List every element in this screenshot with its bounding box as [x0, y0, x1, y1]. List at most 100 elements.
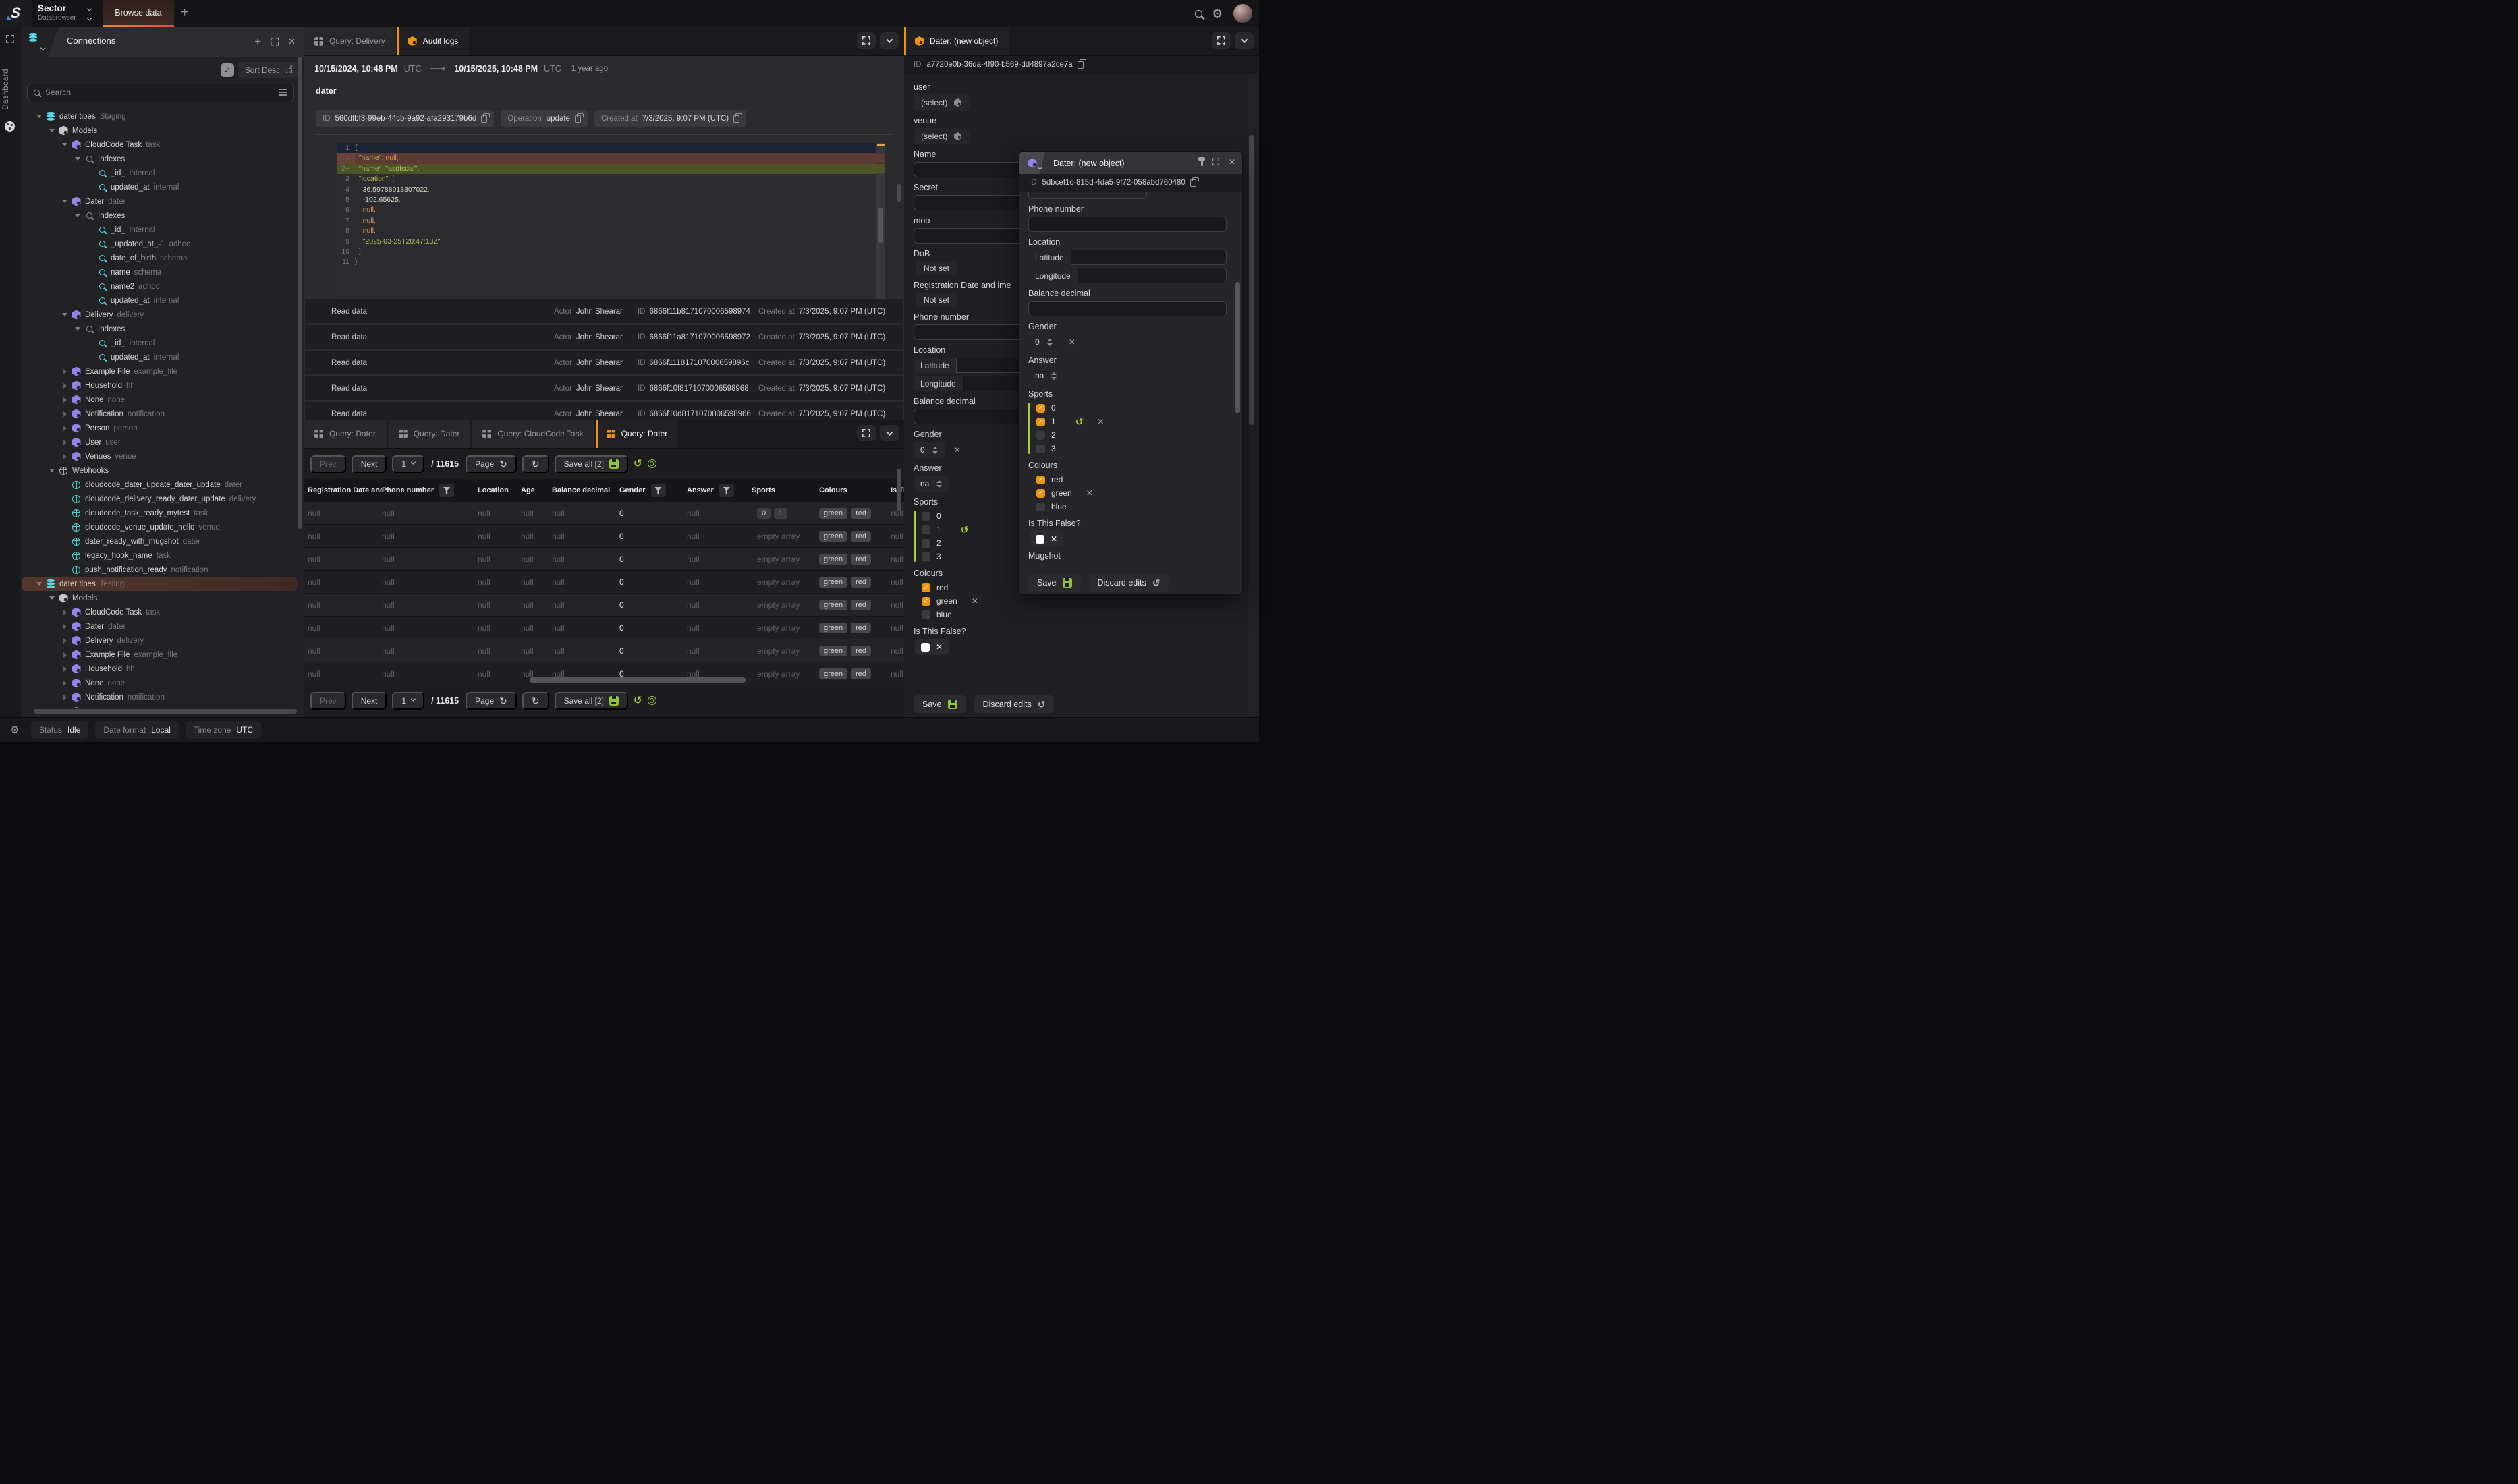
column-header[interactable]: Balance decimal: [552, 486, 619, 494]
cell-registration[interactable]: null: [308, 600, 382, 610]
cell-location[interactable]: null: [478, 554, 521, 564]
expand-panel-icon[interactable]: [271, 38, 279, 46]
cell-registration[interactable]: null: [308, 532, 382, 541]
cell-answer[interactable]: null: [687, 509, 752, 518]
checkbox-option[interactable]: 3 ↺ ✕: [1036, 442, 1227, 455]
copy-icon[interactable]: [733, 115, 739, 123]
grid-row[interactable]: null null null null null 0 null 01 green…: [304, 502, 904, 525]
code-minimap[interactable]: [876, 143, 885, 310]
tree-item[interactable]: Notification notification: [22, 690, 297, 704]
tree-item[interactable]: name2 adhoc: [22, 279, 297, 293]
registration-not-set-button[interactable]: Not set: [916, 293, 957, 307]
cell-answer[interactable]: null: [687, 646, 752, 656]
expander-icon[interactable]: [60, 681, 69, 686]
stepper-updown-icon[interactable]: [936, 480, 943, 488]
maximize-icon[interactable]: [1212, 159, 1220, 166]
checkbox[interactable]: [1036, 404, 1045, 413]
cell-phone[interactable]: null: [382, 509, 478, 518]
expander-icon[interactable]: [60, 652, 69, 658]
grid-row[interactable]: null null null null null 0 null empty ar…: [304, 639, 904, 662]
copy-icon[interactable]: [575, 115, 581, 123]
cell-answer[interactable]: null: [687, 600, 752, 610]
save-button[interactable]: Save: [1028, 574, 1081, 592]
cell-location[interactable]: null: [478, 509, 521, 518]
sort-desc-button[interactable]: Sort Desc ↓ZA: [238, 62, 300, 78]
cell-registration[interactable]: null: [308, 623, 382, 633]
search-options-icon[interactable]: [279, 89, 287, 96]
undo-all-icon[interactable]: ↺: [634, 695, 642, 706]
maximize-panel-button[interactable]: [857, 425, 876, 441]
panel-tab[interactable]: Audit logs: [397, 27, 470, 55]
cell-sports[interactable]: empty array: [752, 669, 819, 679]
expander-icon[interactable]: [47, 596, 57, 600]
cell-gender[interactable]: 0: [619, 623, 687, 633]
cell-location[interactable]: null: [478, 600, 521, 610]
cell-registration[interactable]: null: [308, 509, 382, 518]
filter-icon[interactable]: [651, 484, 666, 497]
phone-input[interactable]: [1028, 217, 1227, 232]
expander-icon[interactable]: [73, 327, 82, 331]
tree-item[interactable]: Delivery delivery: [22, 308, 297, 322]
cell-registration[interactable]: null: [308, 577, 382, 587]
tree-item[interactable]: _id_ internal: [22, 223, 297, 237]
grid-row[interactable]: null null null null null 0 null empty ar…: [304, 548, 904, 571]
checkbox[interactable]: [1036, 476, 1045, 484]
checkbox-option[interactable]: green ↺ ✕: [1036, 486, 1227, 500]
column-header[interactable]: Registration Date and ime: [308, 486, 382, 494]
cell-balance[interactable]: null: [552, 623, 619, 633]
close-panel-icon[interactable]: ✕: [288, 36, 296, 47]
page-select[interactable]: 1: [392, 692, 424, 710]
discard-edits-button[interactable]: Discard edits↺: [1089, 574, 1169, 592]
column-header[interactable]: Sports: [752, 486, 819, 494]
bool-clear-icon[interactable]: ✕: [936, 642, 943, 652]
tree-item[interactable]: Delivery delivery: [22, 633, 297, 648]
workspace-chevron-icon[interactable]: [87, 16, 92, 21]
dob-not-set-button[interactable]: Not set: [916, 261, 957, 275]
user-select-button[interactable]: (select): [914, 94, 970, 111]
tree-item[interactable]: dater_ready_with_mugshot dater: [22, 534, 297, 548]
tree-item[interactable]: None none: [22, 393, 297, 407]
prev-page-button[interactable]: Prev: [310, 455, 346, 473]
cell-isfalse[interactable]: null: [891, 669, 904, 679]
checkbox[interactable]: [922, 583, 930, 592]
cell-colours[interactable]: greenred: [819, 531, 891, 542]
cell-registration[interactable]: null: [308, 554, 382, 564]
cell-phone[interactable]: null: [382, 669, 478, 679]
tree-item[interactable]: Venues venue: [22, 449, 297, 463]
tree-item[interactable]: name schema: [22, 265, 297, 279]
checkbox[interactable]: [922, 597, 930, 606]
tree-item[interactable]: _id_ internal: [22, 166, 297, 180]
cell-answer[interactable]: null: [687, 623, 752, 633]
tree-item[interactable]: cloudcode_task_ready_mytest task: [22, 506, 297, 520]
venue-select-button[interactable]: (select): [914, 128, 970, 144]
checkbox[interactable]: [922, 610, 930, 619]
expander-icon[interactable]: [47, 129, 57, 132]
bool-clear-icon[interactable]: ✕: [1051, 534, 1057, 544]
cell-age[interactable]: null: [521, 600, 552, 610]
checkbox-option[interactable]: blue ↺ ✕: [922, 608, 1241, 621]
diff-code-editor[interactable]: 1 { - "name": null, 2+ "name": "asdfsdaf…: [337, 143, 885, 310]
tree-item[interactable]: updated_at internal: [22, 293, 297, 308]
cell-phone[interactable]: null: [382, 623, 478, 633]
expander-icon[interactable]: [60, 610, 69, 615]
expander-icon[interactable]: [47, 469, 57, 472]
checkbox-option[interactable]: red ↺ ✕: [1036, 473, 1227, 486]
grid-row[interactable]: null null null null null 0 null empty ar…: [304, 594, 904, 617]
cell-gender[interactable]: 0: [619, 509, 687, 518]
save-all-button[interactable]: Save all [2]: [555, 692, 628, 710]
cell-balance[interactable]: null: [552, 577, 619, 587]
gender-stepper[interactable]: 0: [1028, 334, 1060, 350]
panel-tab[interactable]: Query: CloudCode Task: [472, 420, 594, 448]
panel-tab[interactable]: Query: Delivery: [304, 27, 396, 55]
cell-balance[interactable]: null: [552, 554, 619, 564]
cell-gender[interactable]: 0: [619, 554, 687, 564]
maximize-panel-button[interactable]: [1212, 32, 1231, 49]
answer-stepper[interactable]: na: [1028, 368, 1064, 384]
gender-clear-icon[interactable]: ✕: [954, 446, 961, 454]
audit-log-row[interactable]: Read data ActorJohn Shearar ID6866f10f81…: [305, 376, 903, 400]
checkbox-option[interactable]: 1 ↺ ✕: [1036, 415, 1227, 428]
expander-icon[interactable]: [60, 397, 69, 403]
cell-age[interactable]: null: [521, 509, 552, 518]
cell-balance[interactable]: null: [552, 646, 619, 656]
record-operation-chip[interactable]: Operationupdate: [501, 110, 588, 127]
